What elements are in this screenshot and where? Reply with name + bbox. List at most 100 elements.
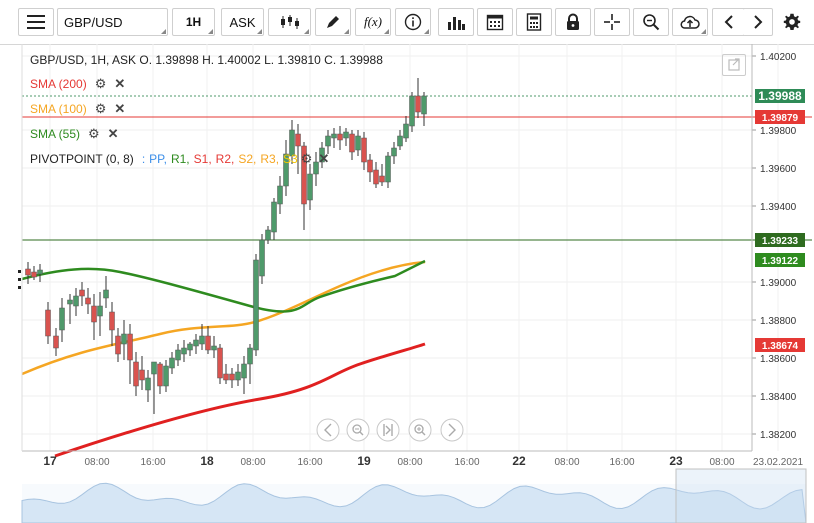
candle-up [187,343,193,351]
candle-up [163,365,169,387]
nav-forward-icon [440,418,464,442]
overview-navigator[interactable] [21,468,807,523]
chart-toolbar: GBP/USD 1H ASK f(x) [0,0,814,45]
expand-button[interactable] [722,54,746,76]
price-badge-label: 1.39122 [762,256,799,267]
price-side-label: ASK [229,14,256,30]
candle-up [277,185,283,205]
candle-up [181,347,187,355]
candle-up [151,361,157,375]
candle-down [79,289,85,297]
sma100-close-icon[interactable]: ✕ [114,101,125,117]
candle-up [59,307,65,331]
candle-down [53,335,59,349]
time-axis-label: 08:00 [397,457,422,468]
candle-up [253,259,259,351]
scroll-right-button[interactable] [743,8,773,36]
timeframe-selector[interactable]: 1H [172,8,215,36]
price-badge-label: 1.38674 [762,341,799,352]
candle-up [193,339,199,347]
menu-button[interactable] [18,8,54,36]
calendar-button[interactable] [477,8,513,36]
nav-zoom-out-button[interactable] [346,418,370,442]
time-axis-label: 23 [669,454,683,468]
crosshair-button[interactable] [594,8,630,36]
price-tick-label: 1.39600 [760,164,797,175]
candle-up [211,345,217,351]
time-axis-label: 23.02.2021 [753,457,803,468]
overview-window [675,468,807,523]
candle-down [133,361,139,387]
lock-icon [567,13,579,30]
sma200-settings-icon[interactable]: ⚙ [95,76,107,92]
nav-zoom-in-button[interactable] [408,418,432,442]
zoom-button[interactable] [633,8,669,36]
price-badge-label: 1.39988 [758,89,802,103]
candle-up [247,347,253,365]
candle-up [271,201,277,233]
candle-up [73,295,79,307]
cloud-upload-button[interactable] [672,8,708,36]
pivot-settings-icon[interactable]: ⚙ [301,151,313,167]
price-side-selector[interactable]: ASK [221,8,264,36]
candle-down [157,363,163,387]
nav-forward-button[interactable] [440,418,464,442]
sma100-settings-icon[interactable]: ⚙ [95,101,107,117]
candle-up [421,95,427,115]
legend-sma200: SMA (200) ⚙ ✕ [30,76,125,92]
ohlc-header: GBP/USD, 1H, ASK O. 1.39898 H. 1.40002 L… [30,53,383,67]
calculator-button[interactable] [516,8,552,36]
symbol-selector[interactable]: GBP/USD [57,8,168,36]
scroll-left-button[interactable] [712,8,746,36]
candle-up [409,95,415,127]
settings-button[interactable] [777,8,807,36]
nav-back-button[interactable] [316,418,340,442]
time-axis-label: 19 [357,454,371,468]
time-axis-label: 16:00 [297,457,322,468]
symbol-label: GBP/USD [64,14,123,30]
candle-up [145,377,151,391]
candle-up [265,229,271,241]
candle-up [121,333,127,345]
pivot-close-icon[interactable]: ✕ [318,151,329,167]
candle-up [175,349,181,361]
candle-down [115,335,121,355]
chart-type-button[interactable] [268,8,311,36]
chart-drag-handle[interactable] [18,270,21,289]
candle-down [85,297,91,305]
price-badge-label: 1.39879 [762,113,799,124]
candle-down [25,268,31,276]
cloud-upload-icon [680,15,700,29]
pivot-s1: S1, [193,152,212,166]
info-icon [404,13,422,31]
price-tick-label: 1.39000 [760,278,797,289]
time-axis-label: 22 [512,454,526,468]
candle-down [361,137,367,163]
volume-button[interactable] [438,8,474,36]
candle-down [205,335,211,351]
function-icon: f(x) [363,14,383,29]
indicators-button[interactable]: f(x) [355,8,391,36]
candle-up [199,335,205,345]
price-badge-label: 1.39233 [762,236,799,247]
candle-down [45,309,51,337]
sma100-line [21,260,426,376]
candle-up [331,133,337,139]
nav-reset-button[interactable] [376,418,400,442]
candle-down [223,373,229,381]
candle-down [139,369,145,381]
chart-area[interactable]: 1.40200 1.39800 1.39600 1.39400 1.39000 1.388… [0,44,814,523]
candle-up [391,147,397,157]
sma55-settings-icon[interactable]: ⚙ [88,126,100,142]
info-button[interactable] [395,8,431,36]
lock-button[interactable] [555,8,591,36]
sma200-label: SMA (200) [30,77,87,91]
timeframe-label: 1H [185,15,202,29]
candle-up [97,305,103,317]
pivot-pp: PP, [149,152,167,166]
price-tick-label: 1.39800 [760,126,797,137]
sma55-close-icon[interactable]: ✕ [108,126,119,142]
sma200-close-icon[interactable]: ✕ [114,76,125,92]
draw-tool-button[interactable] [315,8,351,36]
pivot-label: PIVOTPOINT (0, 8) [30,152,134,166]
